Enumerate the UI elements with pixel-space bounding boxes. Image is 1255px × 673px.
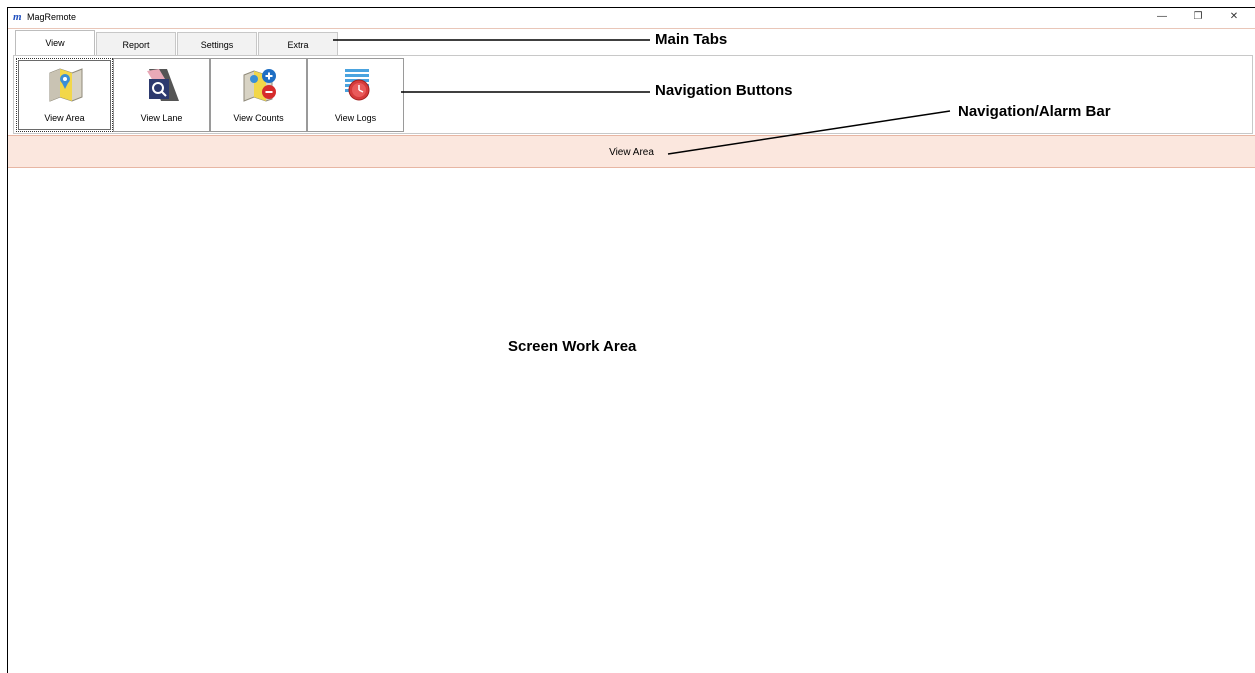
screen-work-area-annotation: Screen Work Area: [508, 338, 637, 355]
navigation-buttons-annotation: Navigation Buttons: [655, 82, 793, 99]
navigation-alarm-bar-annotation: Navigation/Alarm Bar: [958, 103, 1111, 120]
main-tabs-annotation: Main Tabs: [655, 31, 728, 48]
annotation-lines: [333, 39, 951, 155]
alarm-bar-leader-line: [667, 110, 951, 155]
